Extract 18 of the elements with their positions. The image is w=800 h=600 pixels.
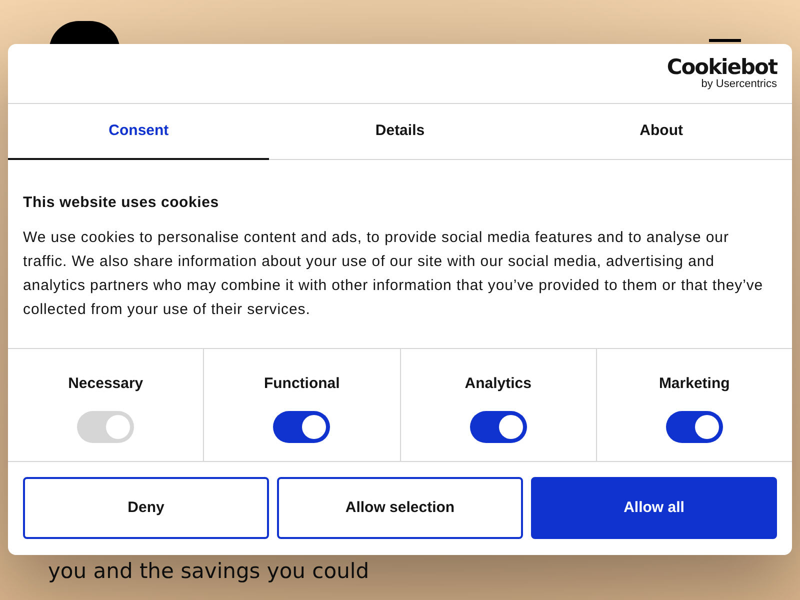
tab[interactable]: Consent	[8, 104, 270, 160]
tab[interactable]: About	[530, 104, 792, 160]
dialog-heading: This website uses cookies	[23, 193, 220, 213]
consent-button[interactable]: Deny	[23, 477, 269, 539]
category-label: Necessary	[68, 374, 144, 394]
brand-tagline: by Usercentrics	[701, 79, 777, 90]
consent-button[interactable]: Allow selection	[277, 477, 523, 539]
category-label: Marketing	[658, 374, 730, 394]
toggle-switch[interactable]	[470, 410, 527, 442]
tab[interactable]: Details	[269, 104, 531, 160]
toggle-switch[interactable]	[273, 410, 330, 442]
category-label: Functional	[264, 374, 340, 394]
toggle-switch[interactable]	[666, 410, 723, 442]
category-label: Analytics	[464, 374, 532, 394]
dialog-body: We use cookies to personalise content and ads, to provide social media features and to analyse our traffic. We also share information about your use of our site with our social media, advertising and analytics partners who may combine it with other information that you’ve provided to them or that they’ve collected from your use of their services.	[23, 228, 764, 320]
consent-button[interactable]: Allow all	[531, 477, 777, 539]
text-line: you and the savings you could	[48, 558, 370, 585]
brand-name: Cookiebot	[666, 57, 777, 78]
